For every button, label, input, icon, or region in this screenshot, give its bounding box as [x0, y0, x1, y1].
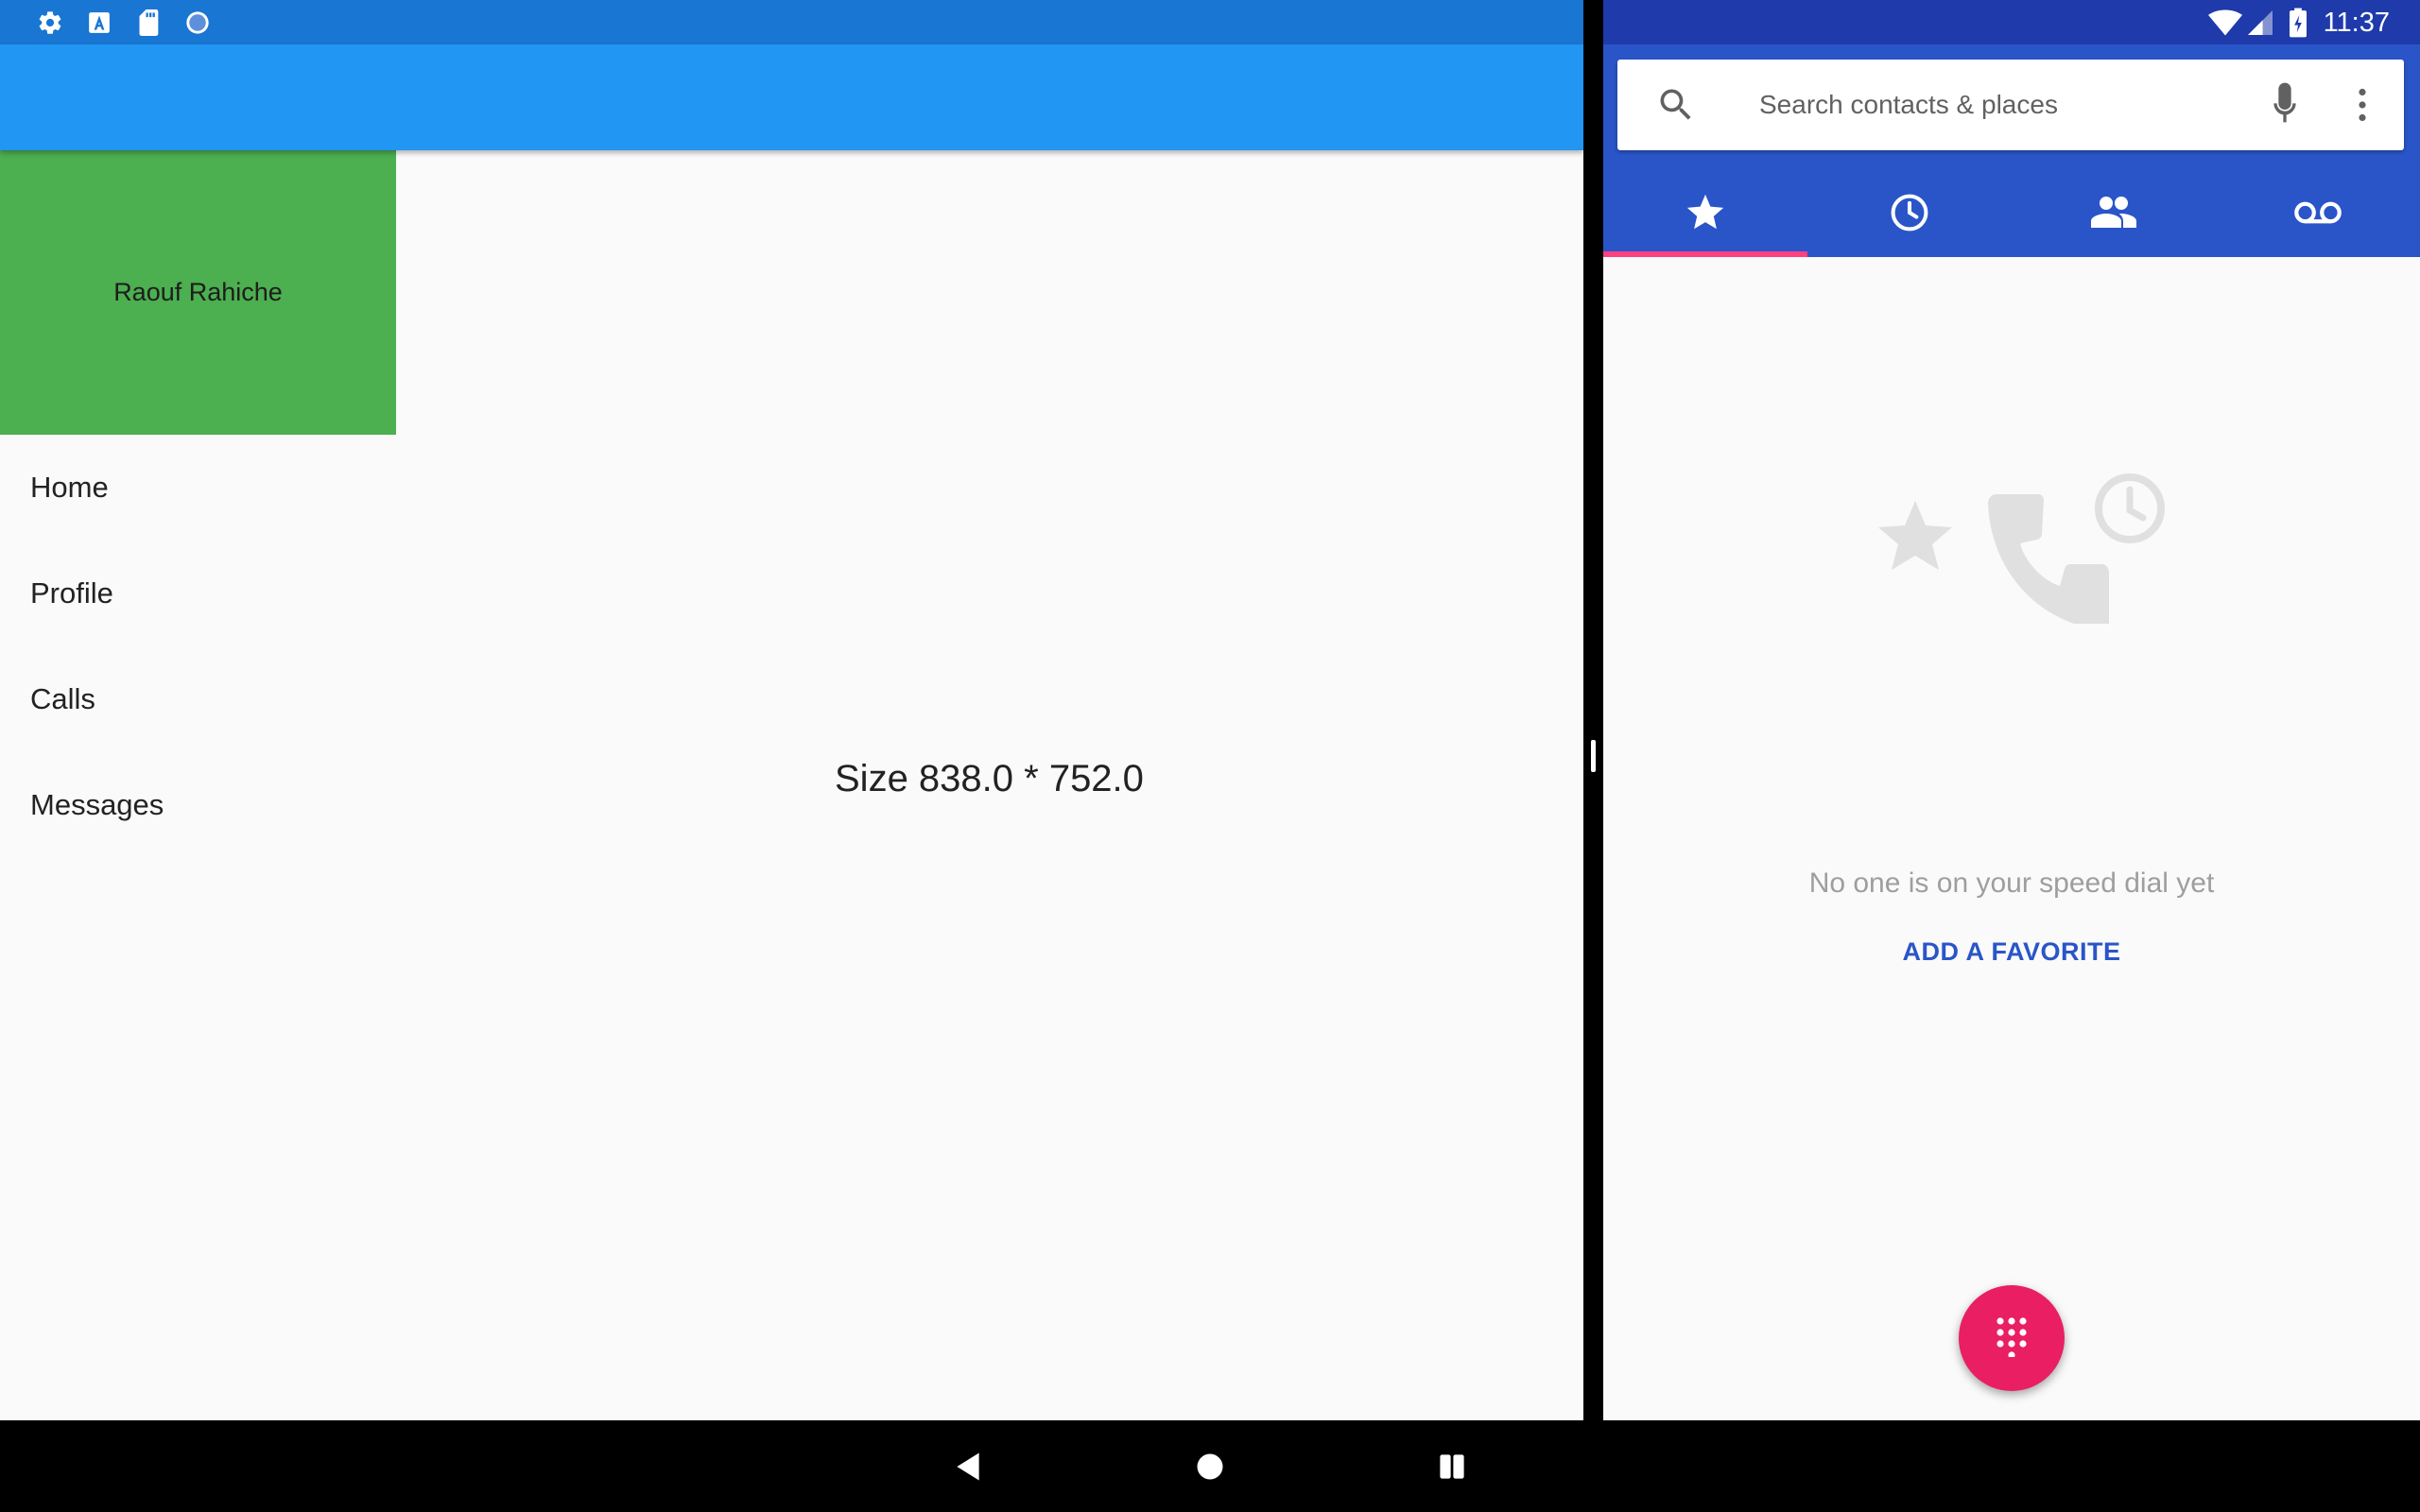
add-favorite-button[interactable]: ADD A FAVORITE: [1603, 937, 2420, 967]
search-icon[interactable]: [1655, 84, 1697, 126]
star-icon: [1684, 191, 1727, 239]
phone-icon: [1988, 494, 2109, 631]
drawer-item-calls[interactable]: Calls: [0, 646, 396, 752]
drawer-header: Raouf Rahiche: [0, 150, 396, 435]
accessibility-a-icon: [85, 9, 113, 37]
sd-card-icon: [135, 9, 164, 37]
dialer-app-window: 11:37 Search contacts & places No one is…: [1603, 0, 2420, 1420]
dialpad-fab[interactable]: [1959, 1285, 2065, 1391]
battery-charging-icon: [2290, 8, 2307, 43]
drawer-item-home[interactable]: Home: [0, 435, 396, 541]
tab-voicemail[interactable]: [2216, 173, 2420, 257]
tab-contacts[interactable]: [2012, 173, 2216, 257]
back-icon[interactable]: [948, 1447, 988, 1486]
recents-icon[interactable]: [1432, 1447, 1472, 1486]
system-navigation-bar: [0, 1420, 2420, 1512]
tab-speed-dial[interactable]: [1603, 173, 1807, 257]
split-screen-divider[interactable]: [1583, 0, 1603, 1420]
drawer-item-profile[interactable]: Profile: [0, 541, 396, 646]
cell-signal-icon: [2248, 9, 2273, 41]
contacts-icon: [2091, 194, 2136, 236]
circle-sync-icon: [183, 9, 212, 37]
divider-handle[interactable]: [1591, 740, 1596, 772]
app-bar: [0, 44, 1583, 150]
speed-dial-empty-illustration: [1835, 397, 2213, 631]
status-clock: 11:37: [2323, 8, 2390, 38]
wifi-icon: [2208, 9, 2242, 41]
search-bar[interactable]: [1617, 60, 2404, 150]
navigation-drawer: Raouf Rahiche Home Profile Calls Message…: [0, 150, 396, 1420]
status-bar: [0, 0, 1583, 44]
dialpad-icon: [1993, 1315, 2031, 1362]
status-bar: 11:37: [1603, 0, 2420, 44]
voicemail-icon: [2294, 198, 2342, 232]
selected-tab-indicator: [1603, 251, 1807, 257]
dialer-header: [1603, 44, 2420, 257]
mic-icon[interactable]: [2266, 80, 2304, 129]
settings-icon: [36, 9, 64, 37]
size-label: Size 838.0 * 752.0: [835, 758, 1144, 799]
drawer-header-name: Raouf Rahiche: [113, 278, 283, 306]
drawer-item-messages[interactable]: Messages: [0, 752, 396, 858]
star-icon: [1878, 501, 1952, 570]
search-input[interactable]: [1759, 84, 2232, 126]
tab-recents[interactable]: [1807, 173, 2012, 257]
empty-state-message: No one is on your speed dial yet: [1808, 868, 2215, 899]
clock-icon: [1889, 192, 1930, 238]
more-vert-icon[interactable]: [2345, 80, 2379, 129]
home-icon[interactable]: [1190, 1447, 1230, 1486]
left-app-window: Raouf Rahiche Home Profile Calls Message…: [0, 0, 1583, 1420]
